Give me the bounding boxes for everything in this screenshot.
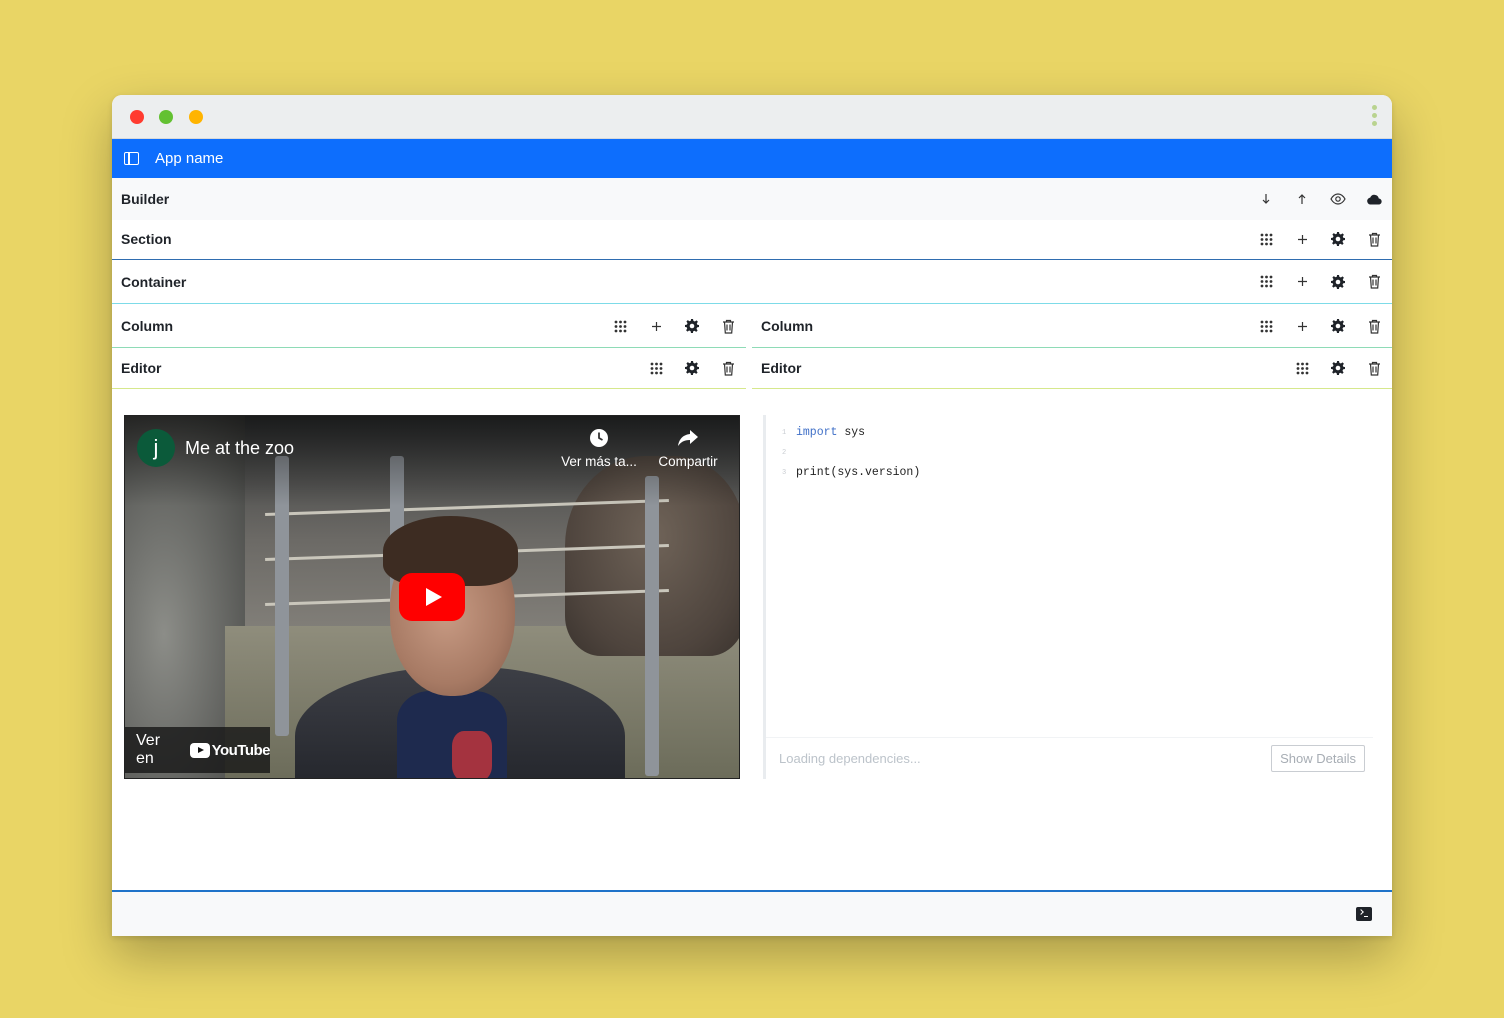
kebab-vertical-icon[interactable]: [1372, 105, 1378, 129]
window-titlebar: [112, 95, 1392, 139]
channel-avatar[interactable]: j: [137, 429, 175, 467]
video-title[interactable]: Me at the zoo: [185, 438, 294, 459]
code-lines[interactable]: 1 import sys 2 3 print(sys.version): [782, 423, 920, 483]
share-button[interactable]: Compartir: [653, 428, 723, 469]
gear-icon[interactable]: [1320, 348, 1356, 388]
plus-icon[interactable]: [1284, 260, 1320, 303]
code-editor[interactable]: 1 import sys 2 3 print(sys.version) Load…: [763, 415, 1373, 779]
editor-label: Editor: [761, 360, 802, 376]
trash-icon[interactable]: [1356, 219, 1392, 259]
drag-grid-icon[interactable]: [1248, 219, 1284, 259]
column-label: Column: [761, 318, 814, 334]
drag-grid-icon[interactable]: [638, 348, 674, 388]
window-maximize-button[interactable]: [159, 110, 173, 124]
app-footer: [112, 890, 1392, 936]
editor-row-right: Editor: [752, 348, 1392, 389]
window-close-button[interactable]: [130, 110, 144, 124]
gear-icon[interactable]: [1320, 260, 1356, 303]
terminal-icon[interactable]: [1356, 907, 1372, 921]
code-line: 3 print(sys.version): [782, 463, 920, 483]
eye-icon[interactable]: [1320, 178, 1356, 220]
video-scene-post: [645, 476, 659, 776]
share-label: Compartir: [658, 454, 718, 469]
watch-later-button[interactable]: Ver más ta...: [559, 428, 639, 469]
window-minimize-button[interactable]: [189, 110, 203, 124]
gear-icon[interactable]: [1320, 305, 1356, 347]
editor-status-bar: Loading dependencies... Show Details: [766, 737, 1373, 779]
column-label: Column: [121, 318, 174, 334]
editor-row-left: Editor: [112, 348, 746, 389]
code-keyword: import: [796, 426, 838, 439]
gear-icon[interactable]: [674, 348, 710, 388]
arrow-down-icon[interactable]: [1248, 178, 1284, 220]
watch-later-label: Ver más ta...: [561, 454, 637, 469]
arrow-up-icon[interactable]: [1284, 178, 1320, 220]
section-label: Section: [121, 231, 172, 247]
trash-icon[interactable]: [1356, 348, 1392, 388]
app-header: App name: [112, 139, 1392, 178]
play-button[interactable]: [399, 573, 465, 621]
youtube-logo-icon: [190, 742, 210, 758]
code-text: print(sys.version): [796, 466, 921, 479]
trash-icon[interactable]: [1356, 260, 1392, 303]
line-number: 3: [782, 469, 787, 477]
drag-grid-icon[interactable]: [1248, 305, 1284, 347]
watch-on-label: Ver en: [136, 732, 161, 767]
section-row: Section: [112, 219, 1392, 260]
cloud-icon[interactable]: [1356, 178, 1392, 220]
trash-icon[interactable]: [710, 305, 746, 347]
gear-icon[interactable]: [1320, 219, 1356, 259]
app-name: App name: [155, 150, 224, 167]
plus-icon[interactable]: [1284, 219, 1320, 259]
builder-label: Builder: [121, 191, 170, 207]
gear-icon[interactable]: [674, 305, 710, 347]
trash-icon[interactable]: [1356, 305, 1392, 347]
line-number: 1: [782, 429, 787, 437]
column-row-right: Column: [752, 305, 1392, 348]
show-details-button[interactable]: Show Details: [1271, 745, 1365, 772]
youtube-embed[interactable]: j Me at the zoo Ver más ta... Compartir …: [124, 415, 740, 779]
column-row-left: Column: [112, 305, 746, 348]
code-text: sys: [837, 426, 866, 439]
plus-icon[interactable]: [638, 305, 674, 347]
app-window: App name Builder Section Container Colum…: [112, 95, 1392, 936]
plus-icon[interactable]: [1284, 305, 1320, 347]
clock-icon: [590, 429, 608, 447]
code-line: 1 import sys: [782, 423, 920, 443]
youtube-wordmark: YouTube: [211, 741, 271, 759]
trash-icon[interactable]: [710, 348, 746, 388]
drag-grid-icon[interactable]: [1284, 348, 1320, 388]
code-line: 2: [782, 443, 920, 463]
builder-toolbar: Builder: [112, 178, 1392, 220]
container-label: Container: [121, 273, 187, 290]
share-arrow-icon: [678, 430, 698, 446]
sidebar-panel-icon[interactable]: [124, 152, 139, 165]
editor-label: Editor: [121, 360, 162, 376]
container-row: Container: [112, 260, 1392, 304]
line-number: 2: [782, 449, 787, 457]
video-top-gradient: [125, 416, 739, 506]
video-scene-person-shirt: [397, 691, 507, 778]
loading-status: Loading dependencies...: [779, 751, 921, 766]
drag-grid-icon[interactable]: [1248, 260, 1284, 303]
drag-grid-icon[interactable]: [602, 305, 638, 347]
watch-on-youtube-button[interactable]: Ver en YouTube: [125, 727, 271, 773]
